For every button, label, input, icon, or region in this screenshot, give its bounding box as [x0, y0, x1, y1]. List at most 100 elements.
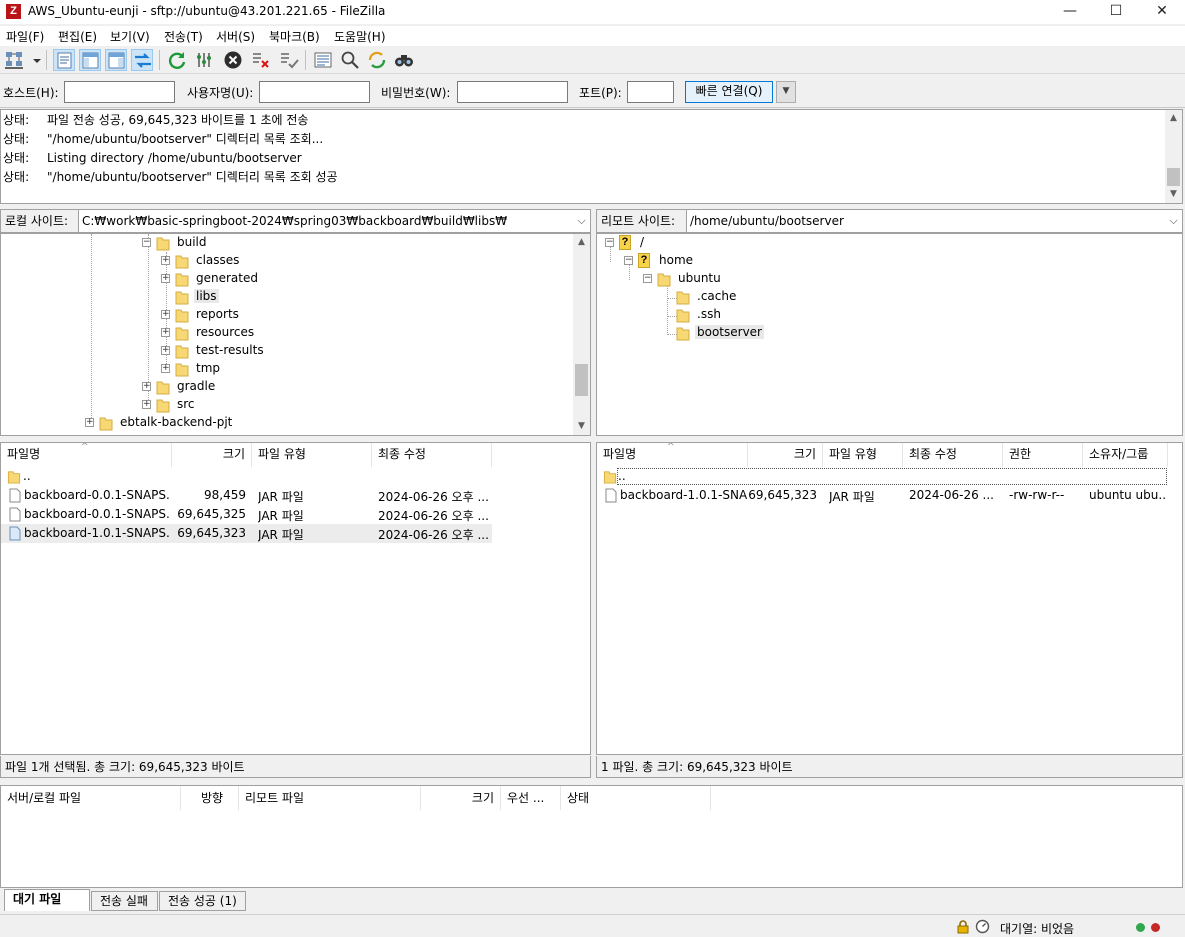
table-row[interactable]: backboard-1.0.1-SNA... 69,645,323 JAR 파일…	[597, 486, 1168, 505]
column-filetype[interactable]: 파일 유형	[823, 443, 903, 467]
column-size[interactable]: 크기	[421, 786, 501, 810]
host-label: 호스트(H):	[3, 86, 59, 100]
site-manager-icon[interactable]	[4, 49, 26, 71]
tree-label: build	[177, 235, 207, 249]
column-permissions[interactable]: 권한	[1003, 443, 1083, 467]
file-modified: 2024-06-26 오후 ...	[378, 528, 489, 542]
local-tree-scrollbar[interactable]: ▲ ▼	[573, 234, 590, 435]
column-modified[interactable]: 최종 수정	[372, 443, 492, 467]
remote-path-combo[interactable]: /home/ubuntu/bootserver ⌵	[686, 209, 1183, 233]
collapse-icon[interactable]: −	[142, 238, 151, 247]
scroll-up-icon[interactable]: ▲	[1165, 110, 1182, 127]
reconnect-icon[interactable]	[278, 49, 300, 71]
remote-file-list[interactable]: 파일명 ^ 크기 파일 유형 최종 수정 권한 소유자/그룹 .. backboa…	[596, 442, 1183, 755]
expand-icon[interactable]: +	[161, 310, 170, 319]
remote-directory-tree[interactable]: − ? / − ? home − ubuntu .cache .ssh boot…	[596, 233, 1183, 436]
local-directory-tree[interactable]: − build + classes + generated libs + rep…	[0, 233, 591, 436]
collapse-icon[interactable]: −	[624, 256, 633, 265]
menu-server[interactable]: 서버(S)	[216, 28, 255, 45]
expand-icon[interactable]: +	[85, 418, 94, 427]
expand-icon[interactable]: +	[161, 328, 170, 337]
chevron-down-icon[interactable]: ⌵	[573, 210, 590, 232]
expand-icon[interactable]: +	[161, 256, 170, 265]
directory-filter-icon[interactable]	[312, 49, 334, 71]
dropdown-arrow-icon[interactable]	[26, 49, 41, 71]
compare-directories-icon[interactable]	[339, 49, 361, 71]
column-size[interactable]: 크기	[748, 443, 823, 467]
window-title: AWS_Ubuntu-eunji - sftp://ubuntu@43.201.…	[28, 4, 386, 18]
file-owner: ubuntu ubu...	[1089, 488, 1167, 502]
refresh-icon[interactable]	[166, 49, 188, 71]
toggle-local-tree-icon[interactable]	[79, 49, 101, 71]
menu-transfer[interactable]: 전송(T)	[164, 28, 203, 45]
password-input[interactable]	[457, 81, 568, 103]
scroll-thumb[interactable]	[1167, 168, 1180, 186]
local-path-combo[interactable]: C:₩work₩basic-springboot-2024₩spring03₩b…	[78, 209, 591, 233]
minimize-button[interactable]: —	[1047, 0, 1093, 24]
process-queue-icon[interactable]	[194, 49, 216, 71]
username-input[interactable]	[259, 81, 370, 103]
table-row[interactable]: backboard-0.0.1-SNAPS... 69,645,325 JAR …	[1, 505, 492, 524]
menu-file[interactable]: 파일(F)	[6, 28, 44, 45]
log-line: 상태: Listing directory /home/ubuntu/bootse…	[3, 151, 302, 165]
transfer-queue[interactable]: 서버/로컬 파일 방향 리모트 파일 크기 우선 ... 상태	[0, 785, 1183, 888]
sync-browsing-icon[interactable]	[366, 49, 388, 71]
column-filetype[interactable]: 파일 유형	[252, 443, 372, 467]
close-button[interactable]: ✕	[1139, 0, 1185, 24]
local-file-list[interactable]: 파일명 ^ 크기 파일 유형 최종 수정 .. backboard-0.0.1-S…	[0, 442, 591, 755]
expand-icon[interactable]: +	[161, 274, 170, 283]
expand-icon[interactable]: +	[142, 382, 151, 391]
column-remote-file[interactable]: 리모트 파일	[239, 786, 421, 810]
column-server-local-file[interactable]: 서버/로컬 파일	[1, 786, 181, 810]
disconnect-icon[interactable]	[250, 49, 272, 71]
column-modified[interactable]: 최종 수정	[903, 443, 1003, 467]
scroll-down-icon[interactable]: ▼	[573, 418, 590, 435]
toggle-remote-tree-icon[interactable]	[105, 49, 127, 71]
scroll-thumb[interactable]	[575, 364, 588, 396]
chevron-down-icon[interactable]: ⌵	[1165, 210, 1182, 232]
column-direction[interactable]: 방향	[181, 786, 239, 810]
collapse-icon[interactable]: −	[605, 238, 614, 247]
message-log: 상태: 파일 전송 성공, 69,645,323 바이트를 1 초에 전송 상태:…	[0, 109, 1183, 204]
column-status[interactable]: 상태	[561, 786, 711, 810]
expand-icon[interactable]: +	[161, 346, 170, 355]
scroll-down-icon[interactable]: ▼	[1165, 186, 1182, 203]
log-scrollbar[interactable]: ▲ ▼	[1165, 110, 1182, 203]
table-row[interactable]: backboard-0.0.1-SNAPS... 98,459 JAR 파일 2…	[1, 486, 492, 505]
unknown-folder-icon: ?	[638, 253, 652, 269]
log-line: 상태: 파일 전송 성공, 69,645,323 바이트를 1 초에 전송	[3, 113, 309, 127]
list-item-parent[interactable]: ..	[597, 467, 1168, 486]
column-owner[interactable]: 소유자/그룹	[1083, 443, 1168, 467]
expand-icon[interactable]: +	[142, 400, 151, 409]
column-priority[interactable]: 우선 ...	[501, 786, 561, 810]
menu-edit[interactable]: 편집(E)	[58, 28, 97, 45]
toggle-transfer-queue-icon[interactable]	[131, 49, 153, 71]
quickconnect-bar: 호스트(H): 사용자명(U): 비밀번호(W): 포트(P): 빠른 연결(Q…	[0, 76, 1185, 108]
tree-label: classes	[196, 253, 240, 267]
tab-successful-transfers[interactable]: 전송 성공 (1)	[159, 891, 246, 911]
maximize-button[interactable]: ☐	[1093, 0, 1139, 24]
host-input[interactable]	[64, 81, 175, 103]
speed-limit-icon[interactable]	[975, 919, 990, 934]
search-icon[interactable]	[393, 49, 415, 71]
column-filename[interactable]: 파일명 ^	[597, 443, 748, 467]
table-row-selected[interactable]: backboard-1.0.1-SNAPS... 69,645,323 JAR …	[1, 524, 492, 543]
menu-view[interactable]: 보기(V)	[110, 28, 150, 45]
toggle-message-log-icon[interactable]	[53, 49, 75, 71]
cancel-icon[interactable]	[222, 49, 244, 71]
menu-help[interactable]: 도움말(H)	[334, 28, 386, 45]
menu-bookmarks[interactable]: 북마크(B)	[269, 28, 320, 45]
quickconnect-history-dropdown[interactable]: ▼	[776, 81, 796, 103]
tab-queued-files[interactable]: 대기 파일	[4, 889, 90, 911]
collapse-icon[interactable]: −	[643, 274, 652, 283]
column-size[interactable]: 크기	[172, 443, 252, 467]
local-site-bar: 로컬 사이트: C:₩work₩basic-springboot-2024₩sp…	[0, 209, 591, 233]
port-input[interactable]	[627, 81, 674, 103]
list-item-parent[interactable]: ..	[1, 467, 492, 486]
expand-icon[interactable]: +	[161, 364, 170, 373]
tree-label: reports	[196, 307, 239, 321]
scroll-up-icon[interactable]: ▲	[573, 234, 590, 251]
column-filename[interactable]: 파일명 ^	[1, 443, 172, 467]
tab-failed-transfers[interactable]: 전송 실패	[91, 891, 158, 911]
quickconnect-button[interactable]: 빠른 연결(Q)	[685, 81, 773, 103]
